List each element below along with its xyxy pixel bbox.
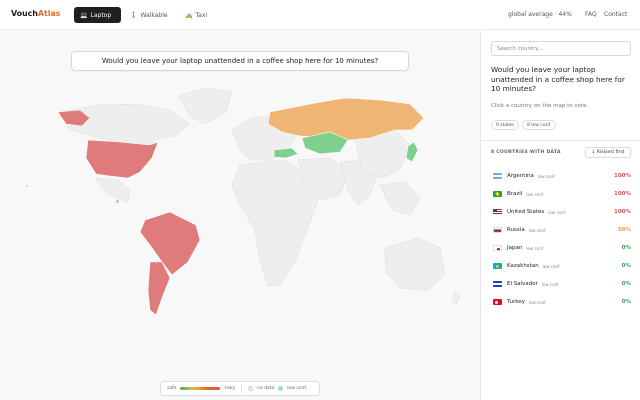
risk-percent: 0% (621, 281, 631, 287)
confidence-badge: low conf. (548, 209, 566, 215)
country-brazil (139, 211, 201, 276)
faq-link[interactable]: FAQ (585, 11, 597, 18)
island-hawaii (26, 185, 28, 187)
map-question: Would you leave your laptop unattended i… (71, 51, 409, 71)
country-name: Russia (507, 227, 525, 233)
tab-walkable[interactable]: 🚶 Walkable (124, 7, 174, 23)
confidence-badge: low conf. (542, 263, 561, 269)
country-australia (384, 237, 446, 291)
countries-count-label: 8 COUNTRIES WITH DATA (491, 150, 561, 155)
country-mexico (94, 177, 131, 203)
risk-percent: 100% (614, 191, 631, 197)
country-row-russia[interactable]: Russia low conf. 50% (491, 224, 631, 236)
country-row-japan[interactable]: Japan low conf. 0% (491, 242, 631, 254)
risk-percent: 100% (614, 173, 631, 179)
logo-text-vouch: Vouch (11, 9, 38, 18)
country-row-el-salvador[interactable]: El Salvador low conf. 0% (491, 278, 631, 290)
laptop-icon: 💻 (80, 11, 88, 19)
country-row-argentina[interactable]: Argentina low conf. 100% (491, 170, 631, 182)
country-row-turkey[interactable]: Turkey low conf. 0% (491, 296, 631, 308)
tab-laptop-label: Laptop (90, 11, 112, 19)
chip-low-conf[interactable]: 8 low conf. (522, 120, 557, 130)
el-salvador-flag-icon (493, 281, 502, 287)
risk-percent: 0% (621, 245, 631, 251)
confidence-badge: low conf. (526, 245, 545, 251)
legend-divider (241, 384, 243, 393)
country-name: Brazil (507, 191, 523, 197)
country-name: Kazakhstan (507, 263, 539, 269)
contact-link[interactable]: Contact (604, 11, 627, 18)
country-new-zealand (451, 291, 461, 306)
country-row-united-states[interactable]: United States low conf. 100% (491, 206, 631, 218)
turkey-flag-icon (493, 299, 502, 305)
logo[interactable]: VouchAtlas (11, 9, 60, 18)
confidence-badge: low conf. (541, 281, 560, 287)
app-header: VouchAtlas 💻 Laptop 🚶 Walkable 🚕 Taxi gl… (0, 0, 640, 30)
country-name: Japan (507, 245, 523, 251)
russia-flag-icon (493, 227, 502, 233)
confidence-badge: low conf. (526, 191, 545, 197)
world-map-panel: Would you leave your laptop unattended i… (0, 31, 481, 400)
risk-percent: 0% (621, 299, 631, 305)
side-divider (482, 140, 640, 141)
vote-hint: Click a country on the map to vote. (491, 103, 589, 109)
taxi-icon: 🚕 (185, 11, 193, 19)
walking-person-icon: 🚶 (130, 11, 138, 19)
confidence-badge: low conf. (537, 173, 556, 179)
country-united-states (85, 139, 159, 179)
country-row-brazil[interactable]: Brazil low conf. 100% (491, 188, 631, 200)
chip-stable[interactable]: 0 stable (491, 120, 520, 130)
tab-walkable-label: Walkable (140, 11, 168, 19)
legend-risky-label: risky (224, 386, 236, 391)
country-el-salvador (115, 199, 120, 204)
logo-text-atlas: Atlas (37, 9, 61, 18)
legend-no-data-swatch (248, 386, 254, 391)
risk-percent: 50% (617, 227, 631, 233)
country-russia (267, 97, 425, 141)
country-name: Turkey (507, 299, 525, 305)
region-southeast-asia (379, 181, 421, 216)
tab-laptop[interactable]: 💻 Laptop (74, 7, 121, 23)
united-states-flag-icon (493, 209, 502, 215)
legend-low-conf-label: low conf. (287, 386, 308, 391)
search-country-input[interactable] (491, 41, 631, 56)
legend-safe-label: safe (167, 386, 177, 391)
side-question: Would you leave your laptop unattended i… (491, 65, 625, 94)
country-name: United States (507, 209, 545, 215)
japan-flag-icon (493, 245, 502, 251)
tab-taxi-label: Taxi (195, 11, 208, 19)
brazil-flag-icon (493, 191, 502, 197)
legend-no-data-label: no data (257, 386, 275, 391)
legend-gradient (180, 387, 221, 390)
confidence-badge: low conf. (528, 299, 547, 305)
world-map[interactable] (0, 31, 481, 400)
risk-percent: 100% (614, 209, 631, 215)
map-legend: safe risky no data low conf. (160, 381, 320, 396)
country-row-kazakhstan[interactable]: Kazakhstan low conf. 0% (491, 260, 631, 272)
sort-riskiest-button[interactable]: ↓ Riskiest first (585, 147, 631, 158)
tab-taxi[interactable]: 🚕 Taxi (179, 7, 213, 23)
side-panel: Would you leave your laptop unattended i… (482, 31, 640, 400)
argentina-flag-icon (493, 173, 502, 179)
country-name: El Salvador (507, 281, 538, 287)
country-turkey (273, 147, 299, 159)
country-argentina (147, 261, 171, 316)
legend-low-conf-swatch (278, 386, 284, 391)
kazakhstan-flag-icon (493, 263, 502, 269)
global-average: global average · 44% (508, 11, 572, 18)
risk-percent: 0% (621, 263, 631, 269)
confidence-badge: low conf. (528, 227, 547, 233)
country-greenland (177, 87, 233, 125)
country-name: Argentina (507, 173, 534, 179)
